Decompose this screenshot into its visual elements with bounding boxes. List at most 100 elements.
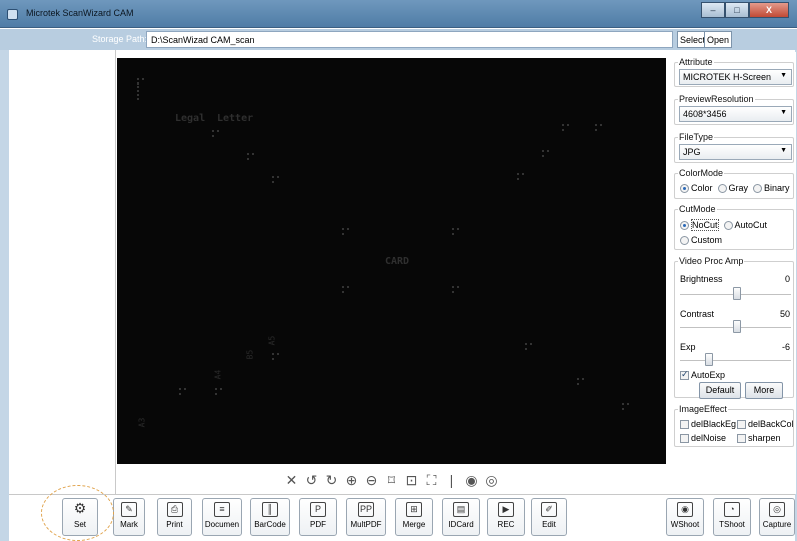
camera-preview[interactable]: Legal Letter CARD A5 B5 A4 A3 — [117, 58, 666, 464]
maximize-button[interactable]: □ — [725, 2, 749, 18]
radio-label: Binary — [764, 183, 790, 193]
mark-button[interactable]: ✎ Mark — [113, 498, 145, 536]
tshoot-button[interactable]: ◔ TShoot — [713, 498, 751, 536]
document-button[interactable]: ≡ Documen — [202, 498, 242, 536]
letter-label: Letter — [217, 113, 254, 124]
radio-dot — [680, 183, 689, 193]
pdf-icon: P — [310, 502, 326, 517]
fullscreen-icon[interactable]: ⛶ — [425, 473, 439, 487]
contrast-value: 50 — [779, 309, 790, 319]
preview-resolution-select[interactable]: 4608*3456 ▼ — [679, 106, 792, 122]
timer-camera-icon: ◔ — [724, 502, 740, 517]
thumbnail-pane[interactable] — [9, 50, 116, 494]
print-label: Print — [166, 520, 183, 529]
radio-color[interactable]: Color — [680, 183, 713, 193]
delbackcol-checkbox[interactable]: delBackCol — [737, 419, 794, 429]
barcode-label: BarCode — [254, 520, 286, 529]
radio-autocut[interactable]: AutoCut — [723, 220, 767, 230]
capture-button[interactable]: ◎ Capture — [759, 498, 795, 536]
close-button[interactable]: X — [749, 2, 789, 18]
id-card-icon: ▤ — [453, 502, 469, 517]
color-mode-options: Color Gray Binary — [680, 183, 790, 193]
rec-button[interactable]: ▶ REC — [487, 498, 525, 536]
checkbox-box — [680, 419, 689, 429]
radio-custom[interactable]: Custom — [680, 235, 722, 245]
edit-button[interactable]: ✐ Edit — [531, 498, 567, 536]
checkbox-box — [737, 433, 746, 443]
pdf-label: PDF — [310, 520, 326, 529]
radio-dot — [753, 183, 763, 193]
preview-resolution-value: 4608*3456 — [683, 109, 727, 119]
merge-button[interactable]: ⊞ Merge — [395, 498, 433, 536]
exp-slider-thumb[interactable] — [705, 353, 713, 366]
rotate-right-icon[interactable]: ↻ — [325, 473, 339, 487]
checkbox-box — [737, 419, 746, 429]
barcode-button[interactable]: ║ BarCode — [250, 498, 290, 536]
preview-toolbar: ✕ ↺ ↻ ⊕ ⊖ ⌑ ⊡ ⛶ | ◉ ◎ — [117, 466, 666, 494]
wshoot-button[interactable]: ◉ WShoot — [666, 498, 704, 536]
radio-binary[interactable]: Binary — [753, 183, 790, 193]
idcard-label: IDCard — [448, 520, 474, 529]
checkbox-box — [680, 433, 689, 443]
exp-slider[interactable] — [680, 360, 791, 361]
printer-icon: ⎙ — [166, 502, 183, 517]
webcam-settings-icon[interactable]: ◎ — [485, 473, 499, 487]
file-type-select[interactable]: JPG ▼ — [679, 144, 792, 160]
chevron-down-icon: ▼ — [780, 109, 787, 116]
multpdf-button[interactable]: PP MultPDF — [346, 498, 386, 536]
a5-label: A5 — [267, 335, 277, 346]
wshoot-label: WShoot — [670, 520, 700, 529]
exp-label: Exp — [680, 342, 696, 352]
actual-size-icon[interactable]: ⊡ — [405, 473, 419, 487]
radio-label: Color — [691, 183, 713, 193]
fit-icon[interactable]: ✕ — [285, 473, 299, 487]
tshoot-label: TShoot — [719, 520, 745, 529]
corner-mark — [272, 353, 279, 360]
print-button[interactable]: ⎙ Print — [157, 498, 192, 536]
highlight-circle — [41, 485, 114, 541]
cut-mode-options-2: Custom — [680, 235, 722, 245]
video-proc-amp-group: Video Proc Amp Brightness 0 Contrast 50 … — [674, 256, 794, 399]
radio-gray[interactable]: Gray — [717, 183, 748, 193]
more-button[interactable]: More — [745, 382, 783, 399]
radio-nocut[interactable]: NoCut — [680, 219, 719, 231]
barcode-icon: ║ — [262, 502, 278, 517]
checkbox-box — [680, 369, 689, 380]
zoom-out-icon[interactable]: ⊖ — [365, 473, 379, 487]
image-effect-title: ImageEffect — [678, 404, 728, 414]
exp-value: -6 — [781, 342, 790, 352]
delblackeg-checkbox[interactable]: delBlackEg — [680, 419, 736, 429]
crop-icon[interactable]: ⌑ — [385, 473, 399, 487]
card-label: CARD — [385, 256, 410, 267]
radio-label: NoCut — [691, 219, 719, 231]
pdf-button[interactable]: P PDF — [299, 498, 337, 536]
chevron-down-icon: ▼ — [780, 147, 787, 154]
brightness-slider-thumb[interactable] — [733, 287, 741, 300]
delnoise-checkbox[interactable]: delNoise — [680, 433, 726, 443]
corner-mark — [452, 228, 459, 235]
preview-resolution-title: PreviewResolution — [678, 94, 755, 104]
attribute-select[interactable]: MICROTEK H-Screen ▼ — [679, 69, 792, 85]
color-mode-group: ColorMode Color Gray Binary — [674, 168, 794, 199]
brightness-label: Brightness — [680, 274, 723, 284]
corner-mark — [342, 228, 349, 235]
file-type-title: FileType — [678, 132, 715, 142]
zoom-in-icon[interactable]: ⊕ — [345, 473, 359, 487]
multi-pdf-icon: PP — [358, 502, 374, 517]
sharpen-checkbox[interactable]: sharpen — [737, 433, 781, 443]
contrast-slider-thumb[interactable] — [733, 320, 741, 333]
storage-path-input[interactable]: D:\ScanWizad CAM_scan — [146, 31, 673, 48]
corner-mark — [137, 78, 139, 100]
edit-icon: ✐ — [541, 502, 557, 517]
chevron-down-icon: ▼ — [780, 72, 787, 79]
autoexp-checkbox[interactable]: AutoExp — [680, 369, 725, 380]
capture-label: Capture — [762, 520, 792, 529]
webcam-icon[interactable]: ◉ — [465, 473, 479, 487]
default-button[interactable]: Default — [699, 382, 741, 399]
minimize-button[interactable]: – — [701, 2, 725, 18]
idcard-button[interactable]: ▤ IDCard — [442, 498, 480, 536]
b5-label: B5 — [245, 349, 255, 360]
mark-label: Mark — [120, 520, 138, 529]
open-button[interactable]: Open — [704, 31, 733, 48]
rotate-left-icon[interactable]: ↺ — [305, 473, 319, 487]
